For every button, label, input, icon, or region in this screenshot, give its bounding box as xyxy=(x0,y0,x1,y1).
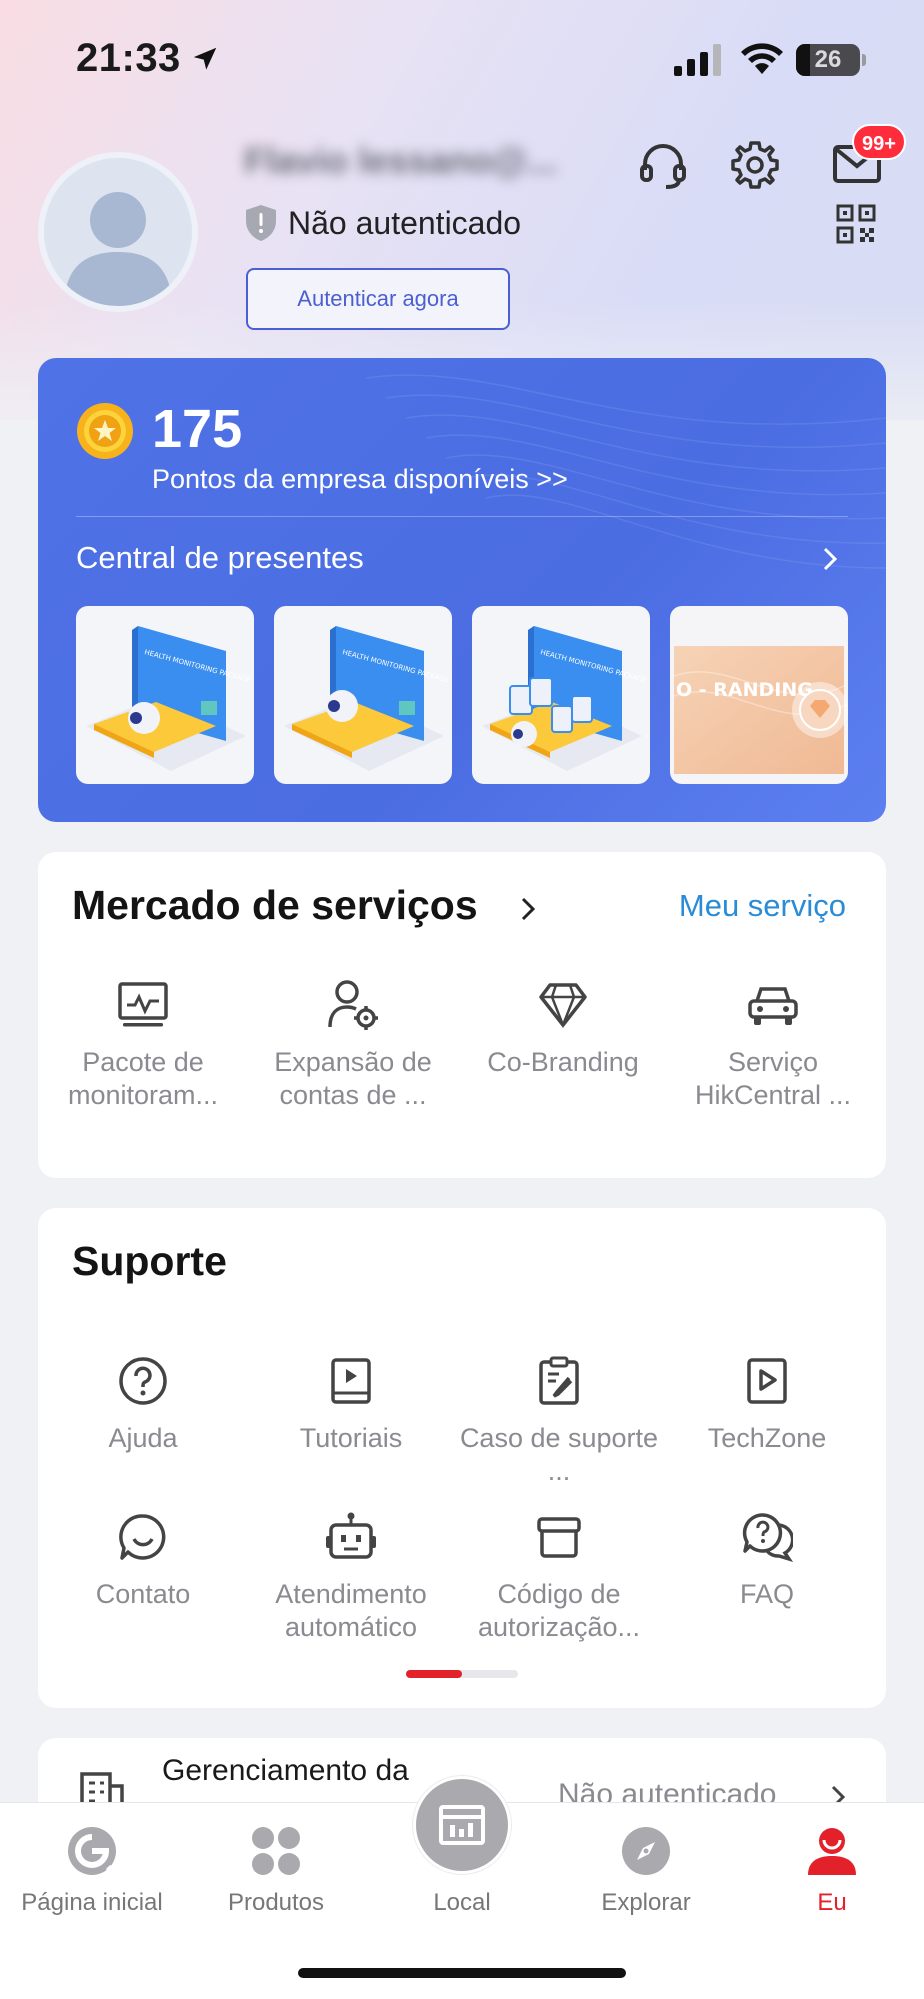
health-monitoring-package-image: HEALTH MONITORING PACKAGE xyxy=(86,626,252,771)
user-icon xyxy=(808,1828,856,1875)
support-item-label: Atendimento automático xyxy=(275,1579,427,1642)
gift-thumbnails: HEALTH MONITORING PACKAGE HEALTH MONITOR… xyxy=(76,606,848,784)
support-card: Suporte Ajuda Tutoriais Caso de suporte … xyxy=(38,1208,886,1708)
faq-chat-icon xyxy=(742,1513,793,1563)
box-icon xyxy=(537,1517,581,1558)
gift-thumbnail[interactable]: HEALTH MONITORING PACKAGE xyxy=(76,606,254,784)
car-icon xyxy=(748,987,798,1025)
support-page-indicator xyxy=(406,1670,518,1678)
support-item-contact[interactable]: Contato xyxy=(38,1510,248,1611)
battery-cap xyxy=(862,54,866,66)
points-divider xyxy=(76,516,848,517)
cellular-signal-icon xyxy=(674,44,721,76)
monitor-chart-icon xyxy=(118,982,168,1027)
support-item-label: Código de autorização... xyxy=(477,1579,641,1642)
tab-label: Produtos xyxy=(227,1889,325,1916)
support-item-label: Ajuda xyxy=(108,1423,178,1453)
chevron-right-icon[interactable] xyxy=(520,896,536,922)
authenticate-now-button[interactable]: Autenticar agora xyxy=(246,268,510,330)
tab-label: Explorar xyxy=(601,1889,691,1916)
location-arrow-icon xyxy=(193,47,217,70)
grid-icon xyxy=(252,1827,300,1875)
health-monitoring-package-image: HEALTH MONITORING PACKAGE xyxy=(482,626,648,771)
tab-label: Página inicial xyxy=(21,1889,163,1916)
building-icon xyxy=(439,1805,485,1845)
gift-thumbnail[interactable]: HEALTH MONITORING PACKAGE xyxy=(472,606,650,784)
tab-me[interactable]: Eu xyxy=(740,1821,924,1917)
service-item-label: Expansão de contas de ... xyxy=(274,1047,432,1110)
shield-icon xyxy=(246,205,276,241)
support-title: Suporte xyxy=(72,1238,227,1284)
gift-center-link[interactable]: Central de presentes xyxy=(76,540,364,576)
battery-percent: 26 xyxy=(814,46,842,73)
service-market-card: Mercado de serviços Meu serviço Pacote d… xyxy=(38,852,886,1178)
wifi-icon xyxy=(741,43,783,74)
auth-status-label: Não autenticado xyxy=(288,204,522,241)
battery-level xyxy=(796,44,810,76)
my-service-link[interactable]: Meu serviço xyxy=(679,888,846,924)
support-item-label: TechZone xyxy=(707,1423,827,1453)
notification-badge: 99+ xyxy=(852,124,906,160)
compass-icon xyxy=(622,1827,670,1875)
video-play-icon xyxy=(747,1358,787,1404)
support-item-help[interactable]: Ajuda xyxy=(38,1354,248,1455)
service-item-monitoring[interactable]: Pacote de monitoram... xyxy=(38,978,248,1112)
points-card: 175 Pontos da empresa disponíveis >> Cen… xyxy=(38,358,886,822)
health-monitoring-package-image: HEALTH MONITORING PACKAGE xyxy=(284,626,450,771)
coin-icon xyxy=(77,403,133,459)
support-item-label: FAQ xyxy=(739,1579,794,1609)
home-indicator xyxy=(298,1968,626,1978)
qr-code-icon[interactable] xyxy=(836,204,876,244)
tab-label: Eu xyxy=(817,1889,847,1916)
help-circle-icon xyxy=(119,1357,167,1405)
support-item-techzone[interactable]: TechZone xyxy=(662,1354,872,1455)
headset-icon[interactable] xyxy=(638,140,688,190)
avatar[interactable] xyxy=(38,152,198,312)
status-time: 21:33 xyxy=(76,36,181,80)
clipboard-wrench-icon xyxy=(539,1356,579,1405)
robot-icon xyxy=(326,1512,376,1559)
user-gear-icon xyxy=(328,980,378,1030)
support-item-tutorials[interactable]: Tutoriais xyxy=(246,1354,456,1455)
gift-thumbnail[interactable]: O - RANDING xyxy=(670,606,848,784)
points-value: 175 xyxy=(152,399,243,459)
support-item-support-case[interactable]: Caso de suporte ... xyxy=(454,1354,664,1488)
home-logo-icon xyxy=(68,1827,117,1876)
battery-indicator: 26 xyxy=(796,44,860,76)
diamond-icon xyxy=(539,983,587,1028)
available-points-link[interactable]: Pontos da empresa disponíveis >> xyxy=(152,464,568,495)
support-item-faq[interactable]: FAQ xyxy=(662,1510,872,1611)
username: Flavio lessano@... xyxy=(244,140,558,181)
support-item-label: Caso de suporte ... xyxy=(459,1423,659,1486)
support-item-auto-service[interactable]: Atendimento automático xyxy=(246,1510,456,1644)
svg-text:O - RANDING: O - RANDING xyxy=(676,679,813,701)
book-play-icon xyxy=(331,1358,371,1404)
page-indicator-active xyxy=(406,1670,462,1678)
tab-label: Local xyxy=(433,1889,491,1916)
support-item-label: Tutoriais xyxy=(299,1423,403,1453)
center-tab-button[interactable] xyxy=(416,1779,508,1871)
service-item-co-branding[interactable]: Co-Branding xyxy=(458,978,668,1079)
service-item-account-expansion[interactable]: Expansão de contas de ... xyxy=(248,978,458,1112)
status-bar: 21:33 26 xyxy=(0,0,924,110)
tab-products[interactable]: Produtos xyxy=(184,1821,368,1917)
tab-home[interactable]: Página inicial xyxy=(0,1821,184,1917)
tab-explore[interactable]: Explorar xyxy=(554,1821,738,1917)
co-branding-image: O - RANDING xyxy=(673,646,848,774)
chat-bubble-icon xyxy=(119,1514,166,1560)
avatar-silhouette-icon xyxy=(64,192,172,306)
gear-icon[interactable] xyxy=(730,140,780,190)
gift-thumbnail[interactable]: HEALTH MONITORING PACKAGE xyxy=(274,606,452,784)
chevron-right-icon[interactable] xyxy=(822,546,838,572)
service-item-label: Pacote de monitoram... xyxy=(67,1047,219,1110)
management-title: Gerenciamento da xyxy=(162,1754,409,1787)
service-item-label: Serviço HikCentral ... xyxy=(694,1047,852,1110)
support-item-label: Contato xyxy=(95,1579,191,1609)
service-market-title[interactable]: Mercado de serviços xyxy=(72,882,478,929)
support-item-auth-code[interactable]: Código de autorização... xyxy=(454,1510,664,1644)
auth-status: Não autenticado xyxy=(244,204,521,242)
service-item-label: Co-Branding xyxy=(487,1047,639,1077)
service-item-hikcentral[interactable]: Serviço HikCentral ... xyxy=(668,978,878,1112)
